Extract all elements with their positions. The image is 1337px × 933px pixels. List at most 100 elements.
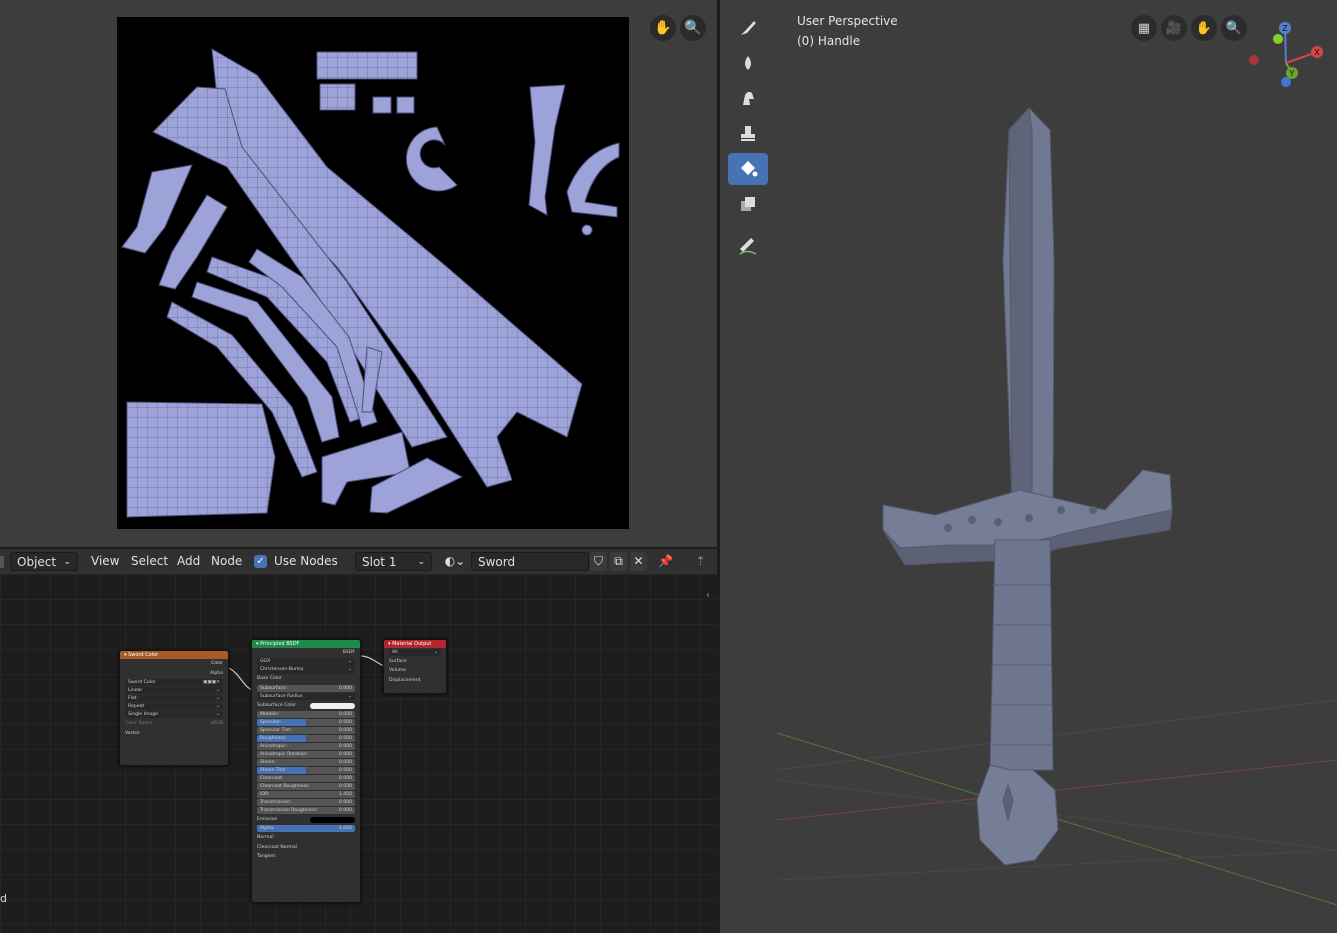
menu-node[interactable]: Node — [211, 552, 242, 571]
bsdf-field[interactable]: Alpha: 1.000 — [257, 825, 355, 833]
bsdf-field[interactable]: Specular Tint: 0.000 — [257, 727, 355, 735]
navigation-gizmo[interactable]: Z X Y — [1244, 18, 1324, 93]
bsdf-input-socket: Normal — [252, 833, 360, 843]
clone-stamp-icon[interactable] — [728, 117, 768, 149]
ortho-grid-icon[interactable]: ▦ — [1131, 15, 1157, 41]
subsurface-method-dropdown[interactable]: Christensen-Burley ⌄ — [257, 666, 355, 674]
gizmo-z-label: Z — [1282, 24, 1288, 33]
extension-dropdown[interactable]: Repeat ⌄ — [125, 702, 223, 711]
brush-icon[interactable] — [728, 12, 768, 44]
bsdf-field[interactable]: Sheen: 0.000 — [257, 759, 355, 767]
interpolation-dropdown[interactable]: Linear ⌄ — [125, 686, 223, 695]
bsdf-field[interactable]: Metallic: 0.000 — [257, 711, 355, 719]
node-header[interactable]: ▾ Sword Color — [120, 651, 228, 659]
dropdown-value: Flat — [128, 695, 137, 701]
field-label: Subsurface Radius — [260, 693, 303, 699]
bsdf-field[interactable]: Anisotropic: 0.000 — [257, 743, 355, 751]
bsdf-field[interactable]: Emission — [252, 815, 360, 825]
input-volume: Volume — [384, 666, 446, 676]
field-label: Subsurface Color — [257, 702, 297, 708]
pin-icon[interactable]: 📌 — [657, 552, 674, 571]
viewport-scene — [776, 106, 1337, 906]
field-label: Clearcoat: — [260, 775, 284, 781]
editor-type-icon[interactable] — [0, 556, 4, 568]
uv-islands — [121, 48, 620, 518]
bsdf-field[interactable]: IOR: 1.450 — [257, 790, 355, 799]
fill-icon[interactable] — [728, 153, 768, 185]
bsdf-field[interactable]: Sheen Tint: 0.500 — [257, 767, 355, 775]
node-header[interactable]: ▾ Principled BSDF — [252, 640, 360, 648]
field-value: 0.000 — [338, 728, 352, 734]
menu-add[interactable]: Add — [177, 552, 200, 571]
menu-view[interactable]: View — [91, 552, 119, 571]
duplicate-icon[interactable]: ⧉ — [610, 552, 627, 571]
bsdf-inputs: Normal Clearcoat Normal Tangent — [252, 833, 360, 862]
socket-label: Surface — [389, 658, 407, 664]
bsdf-field[interactable]: Subsurface Radius ⌄ — [257, 692, 355, 700]
slot-dropdown[interactable]: Slot 1 ⌄ — [355, 552, 432, 571]
hand-icon[interactable]: ✋ — [650, 15, 676, 41]
node-title: Principled BSDF — [260, 641, 300, 647]
mode-dropdown[interactable]: Object ⌄ — [10, 552, 78, 571]
zoom-icon[interactable]: 🔍 — [680, 15, 706, 41]
field-label: Clearcoat Roughness: — [260, 783, 310, 789]
distribution-dropdown[interactable]: GGX ⌄ — [257, 658, 355, 666]
input-vector: Vector — [120, 729, 228, 739]
mask-icon[interactable] — [728, 188, 768, 220]
socket-label: Base Color — [257, 676, 282, 682]
socket-label: Normal — [257, 835, 274, 841]
image-actions-icon[interactable]: ▣▣▣✕ — [203, 679, 220, 686]
target-dropdown[interactable]: All ⌄ — [389, 648, 441, 656]
bsdf-input-socket: Tangent — [252, 852, 360, 862]
dropdown-value: Repeat — [128, 703, 145, 709]
bsdf-field[interactable]: Transmission: 0.000 — [257, 798, 355, 807]
bsdf-field[interactable]: Clearcoat: 0.000 — [257, 774, 355, 783]
parent-tree-icon[interactable]: ⇡ — [692, 552, 709, 571]
output-color: Color — [120, 659, 228, 669]
node-editor-canvas[interactable]: ‹ d ▾ Sword Color Color Alpha Sword Colo… — [0, 574, 717, 933]
3d-viewport[interactable]: User Perspective (0) Handle ▦ 🎥 ✋ 🔍 Z X … — [720, 0, 1337, 933]
field-label: Sheen: — [260, 760, 276, 766]
viewport-title: User Perspective — [797, 14, 898, 28]
projection-dropdown[interactable]: Flat ⌄ — [125, 694, 223, 703]
bsdf-field[interactable]: Specular: 0.500 — [257, 719, 355, 727]
camera-icon[interactable]: 🎥 — [1161, 15, 1187, 41]
field-label: Sheen Tint: — [260, 768, 287, 773]
bsdf-field[interactable]: Clearcoat Roughness: 0.030 — [257, 782, 355, 791]
annotate-icon[interactable] — [728, 230, 768, 262]
field-label: Specular Tint: — [260, 728, 292, 734]
gizmo-y-label: Y — [1289, 69, 1295, 78]
field-value: 0.500 — [338, 736, 352, 742]
color-swatch[interactable] — [310, 702, 355, 709]
bsdf-field[interactable]: Transmission Roughness: 0.000 — [257, 806, 355, 815]
material-output-node[interactable]: ▾ Material Output All ⌄ Surface Volume Di… — [383, 639, 447, 694]
smudge-icon[interactable] — [728, 82, 768, 114]
use-nodes-checkbox[interactable]: ✓ — [254, 555, 267, 568]
socket-label: Tangent — [257, 854, 276, 860]
source-dropdown[interactable]: Single Image ⌄ — [125, 710, 223, 719]
material-browse-icon[interactable]: ◐⌄ — [441, 552, 469, 571]
image-selector[interactable]: Sword Color ▣▣▣✕ — [125, 678, 223, 687]
bsdf-field[interactable]: Anisotropic Rotation: 0.000 — [257, 751, 355, 759]
bsdf-field[interactable]: Subsurface Color — [252, 701, 360, 711]
principled-bsdf-node[interactable]: ▾ Principled BSDF BSDF GGX ⌄ Christensen-… — [251, 639, 361, 903]
color-swatch[interactable] — [310, 816, 355, 823]
bsdf-field[interactable]: Subsurface: 0.000 — [257, 684, 355, 692]
smear-icon[interactable] — [728, 47, 768, 79]
uv-image-canvas[interactable] — [117, 17, 629, 529]
socket-label: Displacement — [389, 677, 421, 683]
unlink-x-icon[interactable]: ✕ — [630, 552, 647, 571]
socket-label: Volume — [389, 668, 407, 674]
fake-user-shield-icon[interactable]: ⛉ — [590, 552, 607, 571]
hand-icon[interactable]: ✋ — [1191, 15, 1217, 41]
dropdown-value: All — [392, 649, 398, 655]
field-label: Anisotropic Rotation: — [260, 752, 308, 758]
uv-editor[interactable]: ✋ 🔍 — [0, 0, 717, 547]
bsdf-field[interactable]: Roughness: 0.500 — [257, 735, 355, 743]
menu-select[interactable]: Select — [131, 552, 168, 571]
node-header[interactable]: ▾ Material Output — [384, 640, 446, 648]
color-space-row[interactable]: Color Space sRGB — [120, 719, 228, 729]
image-texture-node[interactable]: ▾ Sword Color Color Alpha Sword Color ▣▣▣… — [119, 650, 229, 766]
material-name-field[interactable]: Sword — [471, 552, 589, 571]
field-label: Transmission Roughness: — [260, 807, 318, 813]
